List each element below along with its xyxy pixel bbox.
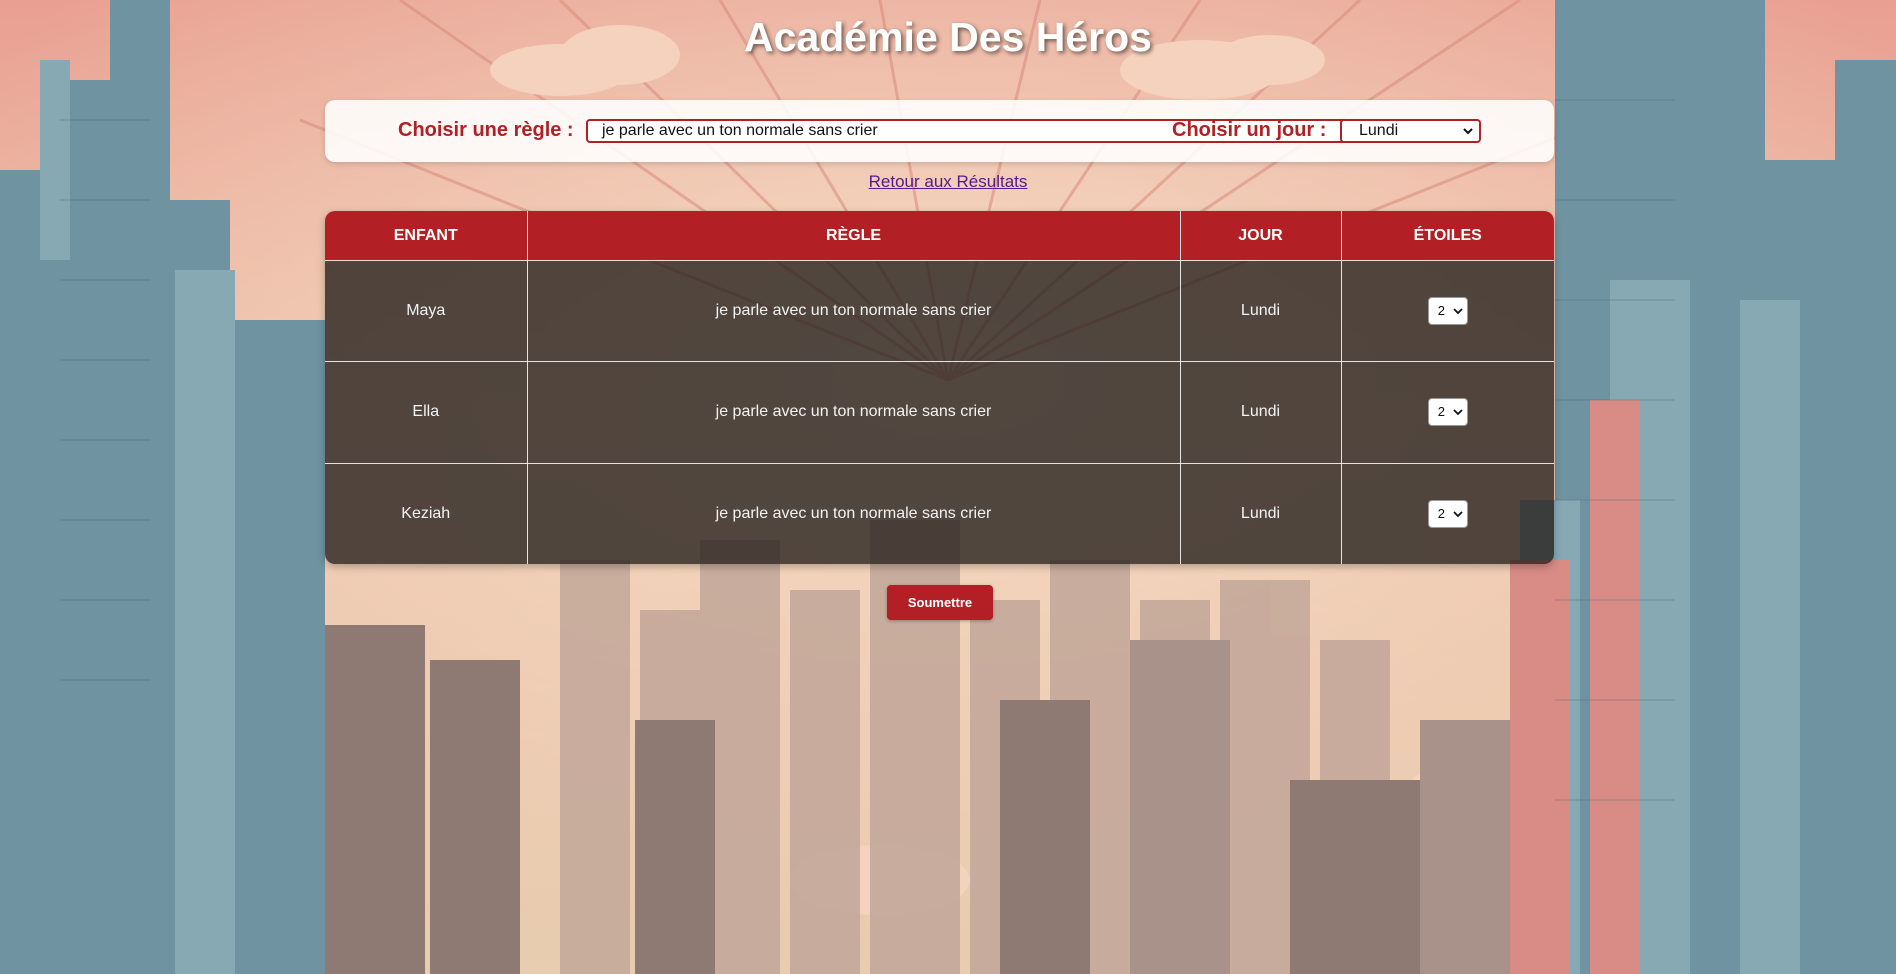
day-label: Choisir un jour : — [1172, 119, 1327, 141]
chevron-down-icon — [1453, 409, 1463, 416]
chevron-down-icon — [1463, 128, 1473, 135]
cell-enfant: Ella — [325, 361, 528, 464]
cell-regle: je parle avec un ton normale sans crier — [527, 463, 1181, 564]
cell-etoiles: 2 — [1341, 463, 1554, 564]
rule-select-value: je parle avec un ton normale sans crier — [602, 122, 878, 139]
cell-regle: je parle avec un ton normale sans crier — [527, 361, 1181, 464]
cell-jour: Lundi — [1180, 361, 1342, 464]
header-etoiles: ÉTOILES — [1341, 211, 1554, 261]
stars-table: ENFANT RÈGLE JOUR ÉTOILES Maya je parle … — [325, 211, 1554, 564]
rule-label: Choisir une règle : — [398, 119, 574, 141]
cell-regle: je parle avec un ton normale sans crier — [527, 260, 1181, 363]
stars-select-value: 2 — [1437, 404, 1445, 420]
submit-button[interactable]: Soumettre — [887, 585, 993, 620]
stars-select-value: 2 — [1437, 303, 1445, 319]
filter-panel: Choisir une règle : je parle avec un ton… — [325, 100, 1554, 162]
cell-jour: Lundi — [1180, 463, 1342, 564]
table-header-row: ENFANT RÈGLE JOUR ÉTOILES — [325, 211, 1554, 261]
back-to-results-link[interactable]: Retour aux Résultats — [869, 172, 1028, 191]
back-link-container: Retour aux Résultats — [0, 172, 1896, 192]
header-jour: JOUR — [1180, 211, 1342, 261]
cell-etoiles: 2 — [1341, 260, 1554, 363]
table-row: Maya je parle avec un ton normale sans c… — [325, 260, 1554, 363]
day-select-value: Lundi — [1359, 122, 1399, 139]
chevron-down-icon — [1453, 308, 1463, 315]
header-regle: RÈGLE — [527, 211, 1181, 261]
stars-select[interactable]: 2 — [1427, 398, 1468, 427]
stars-select[interactable]: 2 — [1427, 499, 1468, 528]
header-enfant: ENFANT — [325, 211, 528, 261]
cell-enfant: Maya — [325, 260, 528, 363]
table-row: Ella je parle avec un ton normale sans c… — [325, 361, 1554, 464]
table-row: Keziah je parle avec un ton normale sans… — [325, 463, 1554, 564]
day-select[interactable]: Lundi — [1340, 119, 1481, 143]
cell-jour: Lundi — [1180, 260, 1342, 363]
chevron-down-icon — [1453, 511, 1463, 518]
page-title: Académie Des Héros — [744, 14, 1152, 60]
stars-select[interactable]: 2 — [1427, 297, 1468, 326]
cell-etoiles: 2 — [1341, 361, 1554, 464]
stars-select-value: 2 — [1437, 505, 1445, 521]
cell-enfant: Keziah — [325, 463, 528, 564]
